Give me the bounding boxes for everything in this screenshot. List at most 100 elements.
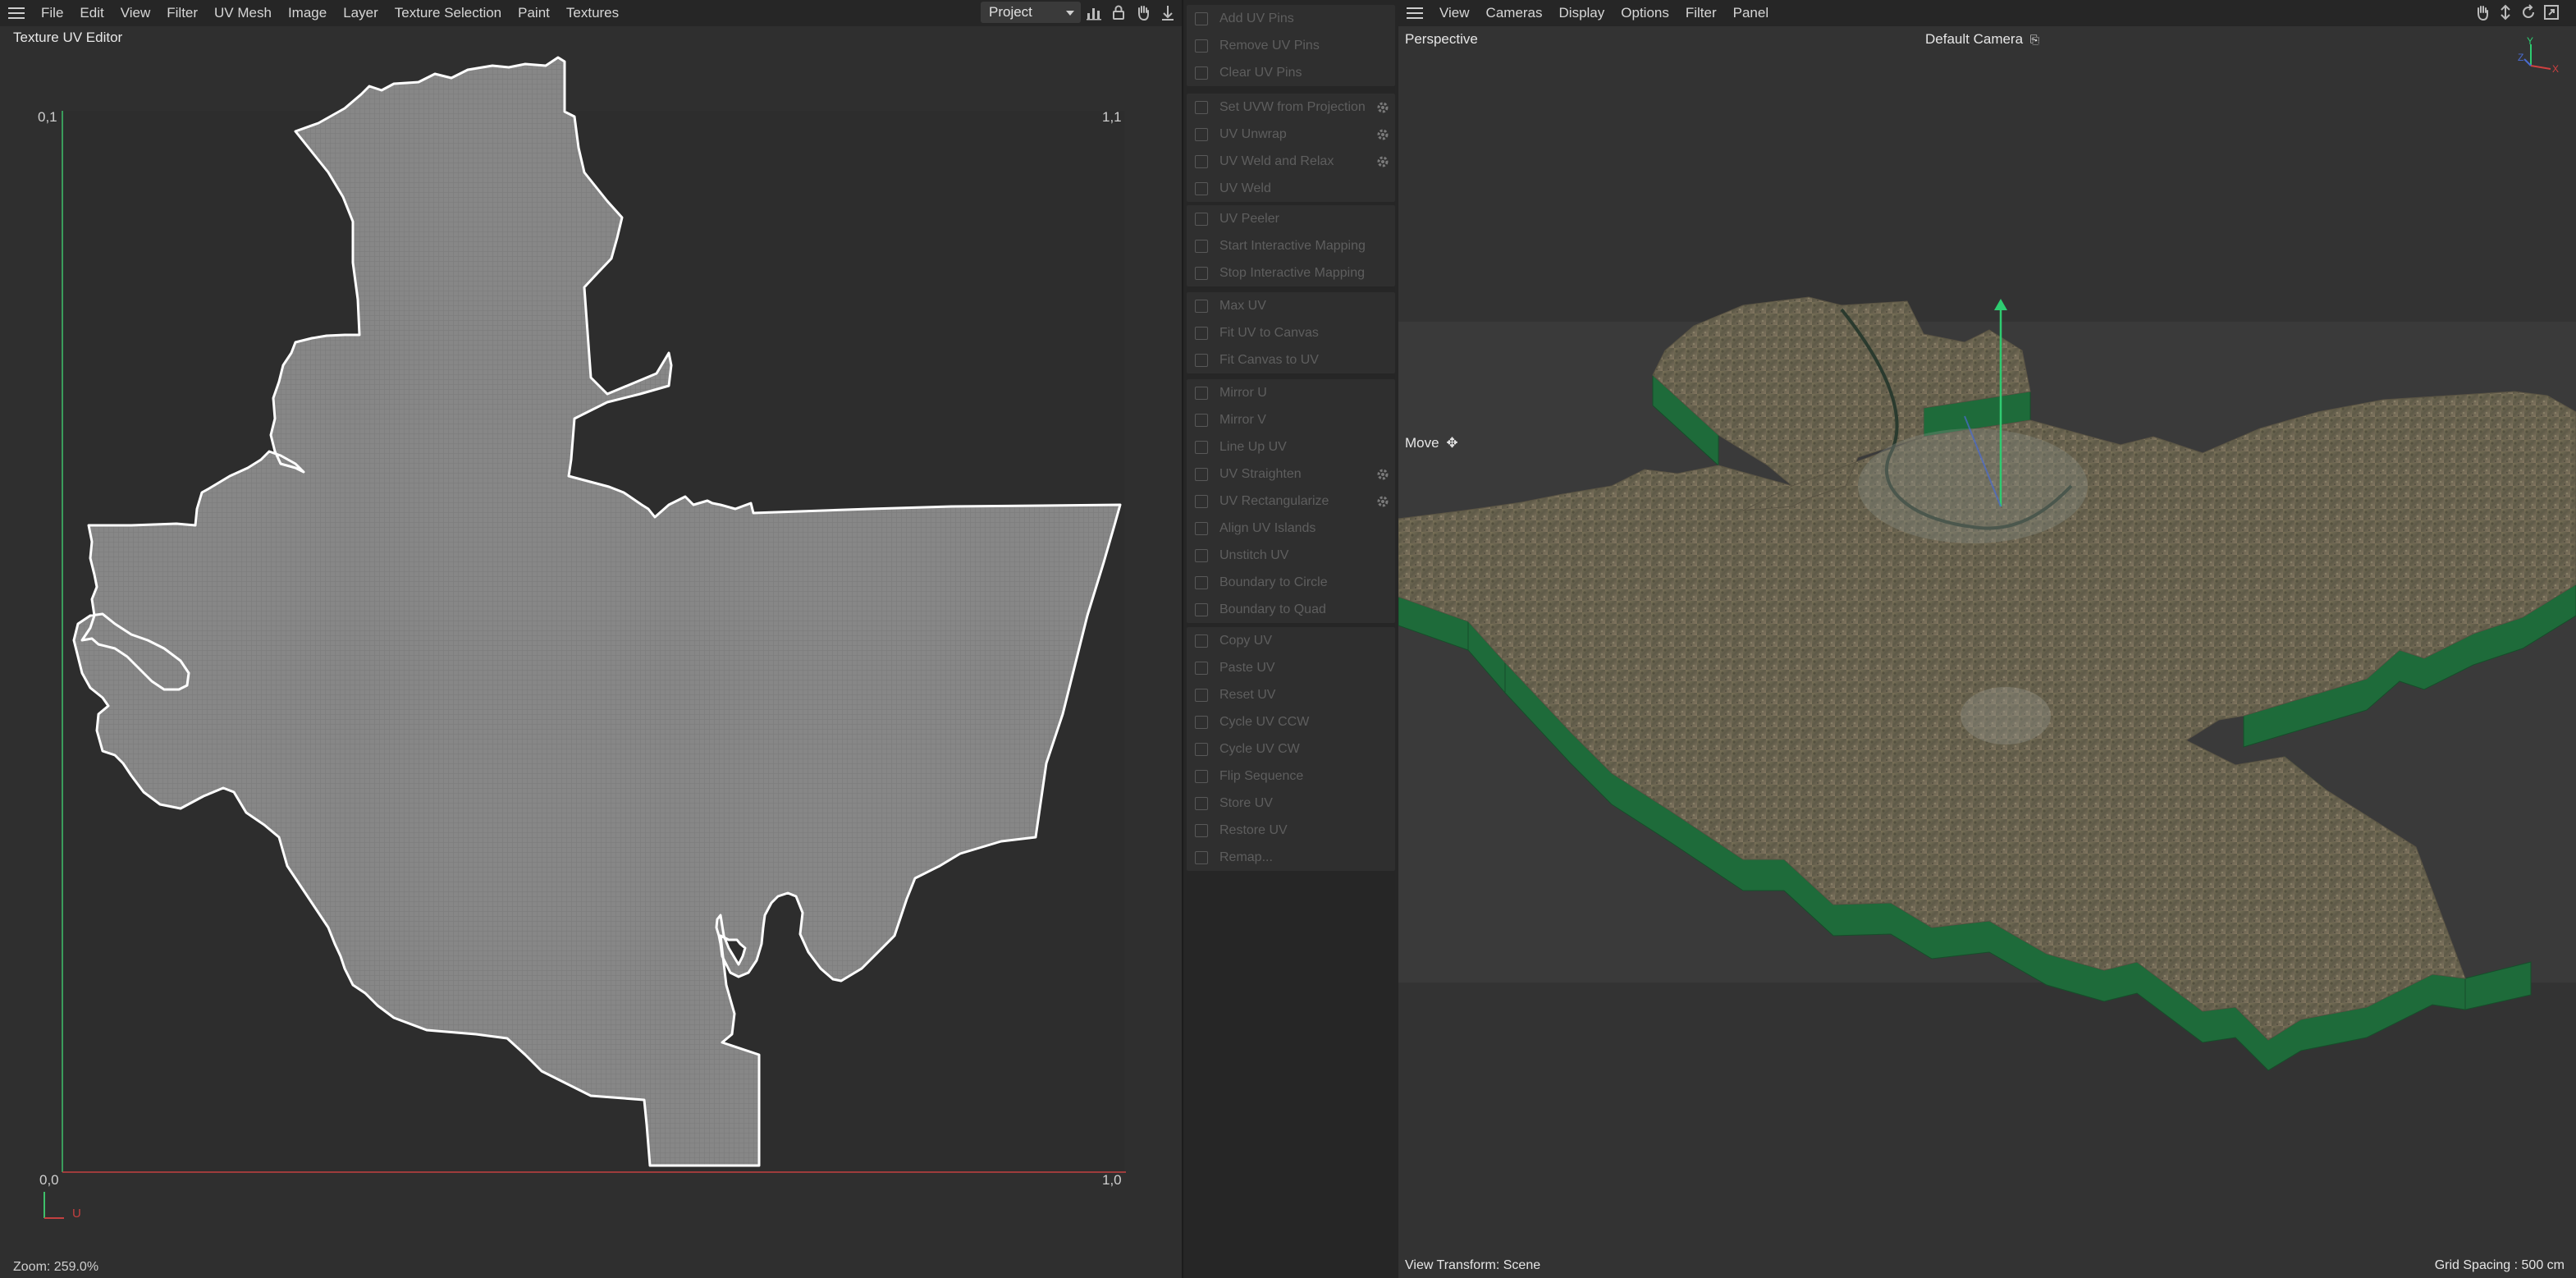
histogram-icon[interactable] (1085, 3, 1103, 21)
command-label: Store UV (1219, 795, 1273, 810)
pan-hand-icon[interactable] (2473, 3, 2491, 21)
uv-corner-top-left: 0,1 (38, 109, 57, 125)
command-item[interactable]: UV Weld (1187, 175, 1395, 202)
command-item[interactable]: Store UV (1187, 790, 1395, 817)
camera-icon: ⎘ (2029, 33, 2039, 46)
svg-text:X: X (2552, 63, 2559, 75)
view-name-label[interactable]: Perspective (1405, 31, 1478, 48)
paste-icon (1195, 661, 1208, 675)
project-dropdown[interactable]: Project (981, 2, 1081, 23)
menu-texture-selection[interactable]: Texture Selection (387, 5, 510, 21)
restore-icon (1195, 823, 1208, 837)
mirror-u-icon (1195, 386, 1208, 400)
pan-hand-icon[interactable] (1134, 3, 1152, 21)
command-label: Unstitch UV (1219, 547, 1289, 562)
command-item[interactable]: Clear UV Pins (1187, 59, 1395, 86)
command-item[interactable]: UV Straighten (1187, 460, 1395, 488)
command-item[interactable]: UV Unwrap (1187, 121, 1395, 148)
command-item[interactable]: Stop Interactive Mapping (1187, 259, 1395, 286)
gear-icon[interactable] (1375, 154, 1390, 169)
reset-icon (1195, 688, 1208, 702)
command-item[interactable]: Remove UV Pins (1187, 32, 1395, 59)
command-group: Copy UV Paste UV Reset UV Cycle UV CCW Cycle… (1187, 627, 1395, 871)
command-item[interactable]: Start Interactive Mapping (1187, 232, 1395, 259)
menu-view[interactable]: View (1431, 5, 1478, 21)
command-item[interactable]: Boundary to Circle (1187, 569, 1395, 596)
uv-canvas[interactable] (0, 49, 1182, 1256)
menu-display[interactable]: Display (1551, 5, 1613, 21)
command-item[interactable]: Reset UV (1187, 681, 1395, 708)
command-item[interactable]: UV Weld and Relax (1187, 148, 1395, 175)
peeler-icon (1195, 212, 1208, 226)
command-item[interactable]: Fit Canvas to UV (1187, 346, 1395, 373)
menu-image[interactable]: Image (280, 5, 335, 21)
command-label: UV Rectangularize (1219, 493, 1329, 508)
menu-view[interactable]: View (112, 5, 159, 21)
gear-icon[interactable] (1375, 467, 1390, 482)
menu-layer[interactable]: Layer (335, 5, 387, 21)
menu-uv-mesh[interactable]: UV Mesh (206, 5, 280, 21)
camera-label[interactable]: Default Camera ⎘ (1925, 31, 2039, 48)
uv-editor-menu-icon[interactable] (0, 0, 33, 26)
menu-paint[interactable]: Paint (510, 5, 558, 21)
command-label: UV Peeler (1219, 211, 1279, 226)
unstitch-icon (1195, 548, 1208, 562)
unwrap-icon (1195, 127, 1208, 141)
clear-icon (1195, 66, 1208, 80)
menu-options[interactable]: Options (1613, 5, 1677, 21)
command-group: Add UV Pins Remove UV Pins Clear UV Pins (1187, 5, 1395, 86)
dolly-icon[interactable] (2496, 3, 2514, 21)
line-up-icon (1195, 440, 1208, 454)
command-label: Add UV Pins (1219, 11, 1294, 25)
quad-icon (1195, 602, 1208, 616)
command-label: Paste UV (1219, 660, 1275, 675)
weld-relax-icon (1195, 154, 1208, 168)
command-item[interactable]: Add UV Pins (1187, 5, 1395, 32)
viewport-canvas[interactable] (1398, 26, 2576, 1278)
command-label: Cycle UV CW (1219, 741, 1300, 756)
command-item[interactable]: Set UVW from Projection (1187, 94, 1395, 121)
command-item[interactable]: Cycle UV CW (1187, 735, 1395, 763)
command-label: Align UV Islands (1219, 520, 1316, 535)
command-item[interactable]: Mirror V (1187, 406, 1395, 433)
command-label: Fit Canvas to UV (1219, 352, 1319, 367)
command-item[interactable]: Mirror U (1187, 379, 1395, 406)
command-label: UV Weld (1219, 181, 1271, 195)
rotate-view-icon[interactable] (2519, 3, 2537, 21)
uv-editor-title: Texture UV Editor (13, 30, 123, 45)
command-item[interactable]: Cycle UV CCW (1187, 708, 1395, 735)
menu-panel[interactable]: Panel (1725, 5, 1777, 21)
command-item[interactable]: Boundary to Quad (1187, 596, 1395, 623)
command-item[interactable]: Max UV (1187, 292, 1395, 319)
mirror-v-icon (1195, 413, 1208, 427)
gear-icon[interactable] (1375, 494, 1390, 509)
command-item[interactable]: Remap... (1187, 844, 1395, 871)
viewport-menu-icon[interactable] (1398, 0, 1431, 26)
move-down-icon[interactable] (1159, 3, 1177, 21)
command-item[interactable]: Paste UV (1187, 654, 1395, 681)
command-item[interactable]: UV Rectangularize (1187, 488, 1395, 515)
command-item[interactable]: Flip Sequence (1187, 763, 1395, 790)
tool-label: Move ✥ (1405, 435, 1458, 451)
command-item[interactable]: Unstitch UV (1187, 542, 1395, 569)
gear-icon[interactable] (1375, 127, 1390, 142)
command-item[interactable]: Restore UV (1187, 817, 1395, 844)
menu-filter[interactable]: Filter (158, 5, 206, 21)
command-item[interactable]: Line Up UV (1187, 433, 1395, 460)
command-item[interactable]: Fit UV to Canvas (1187, 319, 1395, 346)
menu-file[interactable]: File (33, 5, 71, 21)
gear-icon[interactable] (1375, 100, 1390, 115)
lock-icon[interactable] (1110, 3, 1128, 21)
stop-icon (1195, 266, 1208, 280)
uv-corner-bottom-left: 0,0 (39, 1172, 59, 1188)
maximize-view-icon[interactable] (2542, 3, 2560, 21)
menu-edit[interactable]: Edit (71, 5, 112, 21)
command-item[interactable]: UV Peeler (1187, 205, 1395, 232)
command-label: Cycle UV CCW (1219, 714, 1310, 729)
menu-textures[interactable]: Textures (558, 5, 627, 21)
command-item[interactable]: Align UV Islands (1187, 515, 1395, 542)
flip-icon (1195, 769, 1208, 783)
command-item[interactable]: Copy UV (1187, 627, 1395, 654)
menu-cameras[interactable]: Cameras (1478, 5, 1551, 21)
menu-filter[interactable]: Filter (1677, 5, 1725, 21)
